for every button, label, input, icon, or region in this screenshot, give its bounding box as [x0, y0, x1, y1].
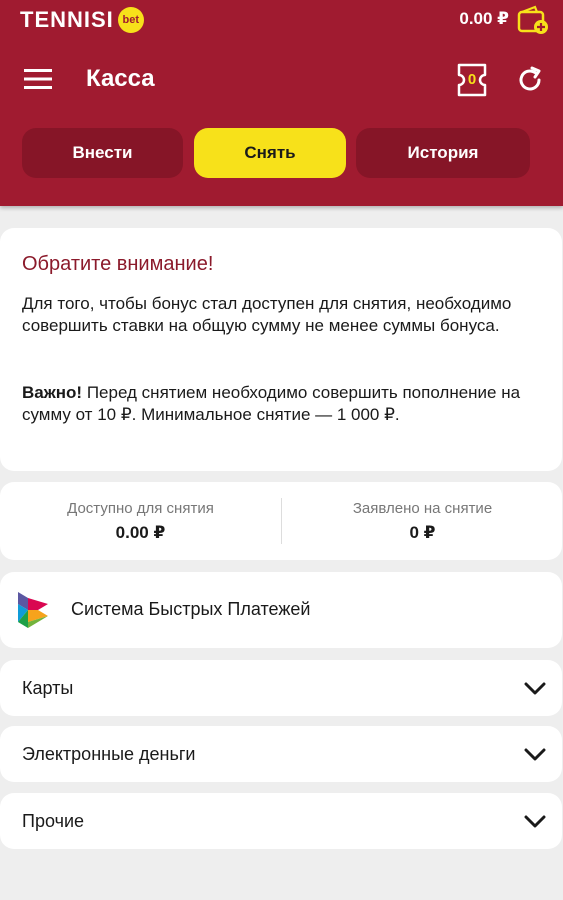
accordion-label: Карты — [22, 678, 74, 698]
accordion-label: Прочие — [22, 811, 85, 831]
sbp-logo-icon — [18, 592, 48, 628]
logo-text: TENNISI — [20, 7, 114, 32]
sbp-label: Система Быстрых Платежей — [71, 599, 311, 619]
important-text: Перед снятием необходимо совершить попол… — [22, 383, 521, 424]
available-stat: Доступно для снятия 0.00 ₽ — [0, 482, 281, 560]
notice-title: Обратите внимание! — [22, 253, 214, 275]
accordion-label: Электронные деньги — [22, 744, 196, 764]
requested-stat: Заявлено на снятие 0 ₽ — [282, 482, 563, 560]
important-label: Важно! — [22, 383, 83, 402]
chevron-down-icon[interactable] — [524, 811, 546, 831]
tab-history[interactable]: История — [356, 128, 530, 178]
balance-amount[interactable]: 0.00 ₽ — [459, 8, 509, 30]
refresh-icon[interactable] — [515, 65, 545, 95]
requested-label: Заявлено на снятие — [352, 500, 493, 517]
chevron-down-icon[interactable] — [524, 744, 546, 764]
requested-value: 0 ₽ — [409, 523, 436, 542]
available-label: Доступно для снятия — [67, 500, 214, 517]
coupon-count[interactable]: 0 — [454, 62, 490, 98]
logo-badge: bet — [117, 7, 144, 33]
tab-withdraw[interactable]: Снять — [194, 128, 346, 178]
page-title: Касса — [86, 65, 155, 92]
notice-body: Для того, чтобы бонус стал доступен для … — [22, 294, 512, 335]
accordion-other[interactable]: Прочие — [0, 793, 562, 849]
accordion-cards[interactable]: Карты — [0, 660, 562, 716]
menu-icon[interactable] — [24, 67, 52, 91]
logo[interactable]: TENNISI bet — [20, 6, 144, 34]
withdraw-stats-card: Доступно для снятия 0.00 ₽ Заявлено на с… — [0, 482, 562, 560]
tab-deposit[interactable]: Внести — [22, 128, 183, 178]
wallet-icon[interactable] — [517, 5, 549, 35]
notice-important: Важно! Перед снятием необходимо совершит… — [22, 382, 522, 426]
chevron-down-icon[interactable] — [524, 678, 546, 698]
sbp-payment-option[interactable]: Система Быстрых Платежей — [0, 572, 562, 648]
header-bar: TENNISI bet 0.00 ₽ Касса 0 Внести Снять … — [0, 0, 563, 206]
notice-card: Обратите внимание! Для того, чтобы бонус… — [0, 228, 562, 471]
accordion-e-money[interactable]: Электронные деньги — [0, 726, 562, 782]
available-value: 0.00 ₽ — [115, 523, 166, 542]
